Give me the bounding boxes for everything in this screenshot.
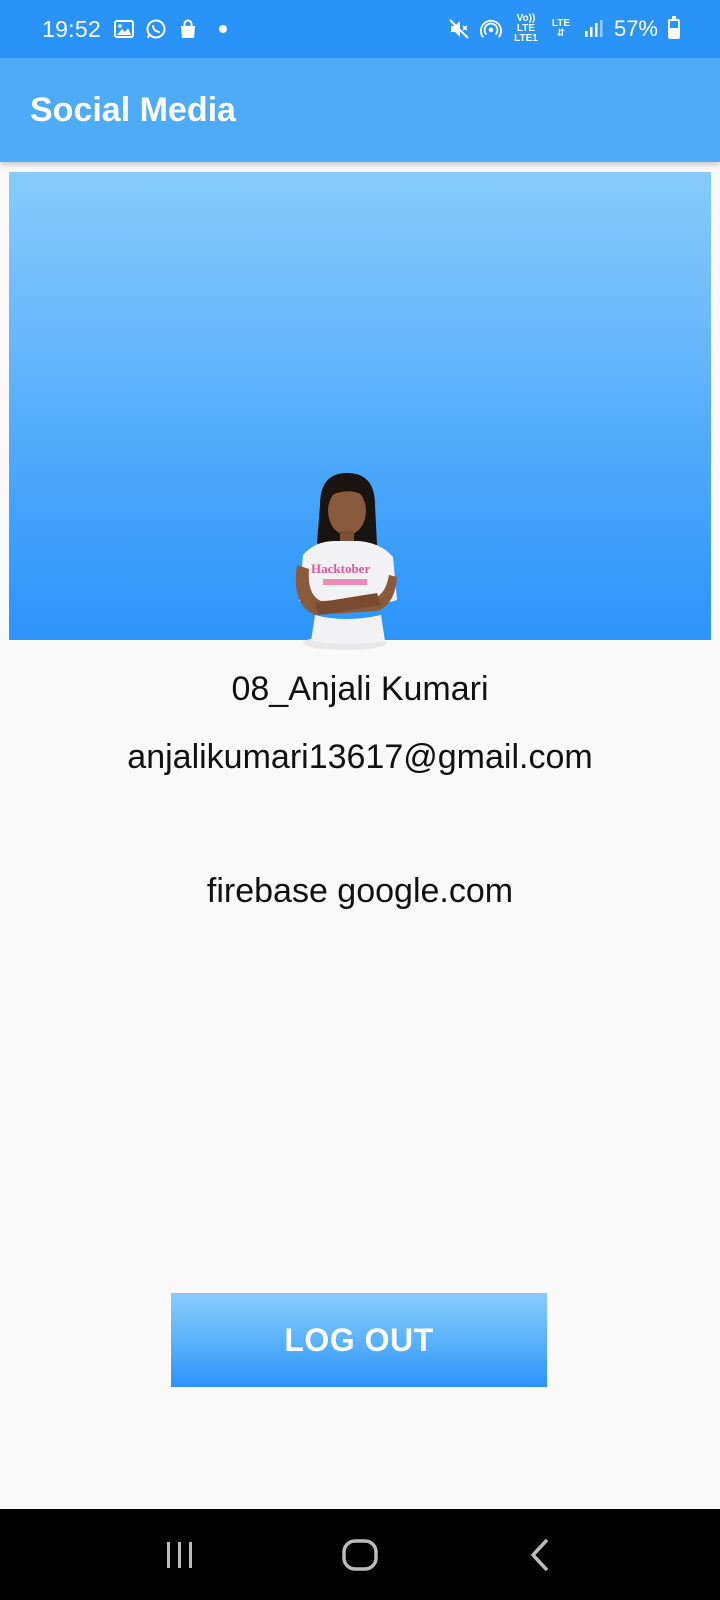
status-bar: 19:52 Vo)) LTE LTE1 LTE ⇵ 57% [0, 0, 720, 58]
data-arrows-icon: ⇵ [556, 28, 566, 39]
battery-icon [668, 16, 680, 39]
profile-avatar: Hacktober [285, 465, 415, 650]
lte-data-icon: LTE ⇵ [550, 18, 572, 40]
battery-level [670, 27, 678, 37]
shopping-bag-icon [177, 18, 199, 40]
lte1-label: LTE1 [514, 33, 538, 44]
battery-percent: 57% [613, 16, 658, 41]
whatsapp-icon [145, 18, 167, 40]
app-bar: Social Media [0, 58, 720, 162]
logout-button[interactable]: LOG OUT [171, 1293, 547, 1387]
profile-provider: firebase google.com [206, 872, 514, 910]
volte-label: Vo)) LTE [516, 13, 536, 34]
system-navigation-bar [0, 1509, 720, 1600]
home-icon[interactable] [330, 1525, 390, 1585]
signal-icon [582, 18, 604, 40]
mute-icon [448, 18, 470, 40]
svg-text:Hacktober: Hacktober [311, 561, 370, 576]
hotspot-icon [479, 18, 502, 40]
volte-icon: Vo)) LTE LTE1 [512, 14, 540, 44]
status-notification-icons [113, 18, 228, 40]
profile-email: anjalikumari13617@gmail.com [127, 738, 593, 776]
profile-photo-image: Hacktober [295, 473, 397, 650]
status-system-icons: Vo)) LTE LTE1 LTE ⇵ 57% [448, 14, 680, 44]
app-title: Social Media [30, 90, 236, 129]
recent-apps-icon[interactable] [150, 1525, 210, 1585]
notification-dot-icon [219, 25, 228, 33]
profile-name: 08_Anjali Kumari [231, 670, 489, 708]
back-icon[interactable] [510, 1525, 570, 1585]
status-time: 19:52 [42, 15, 102, 42]
gallery-icon [113, 18, 135, 40]
